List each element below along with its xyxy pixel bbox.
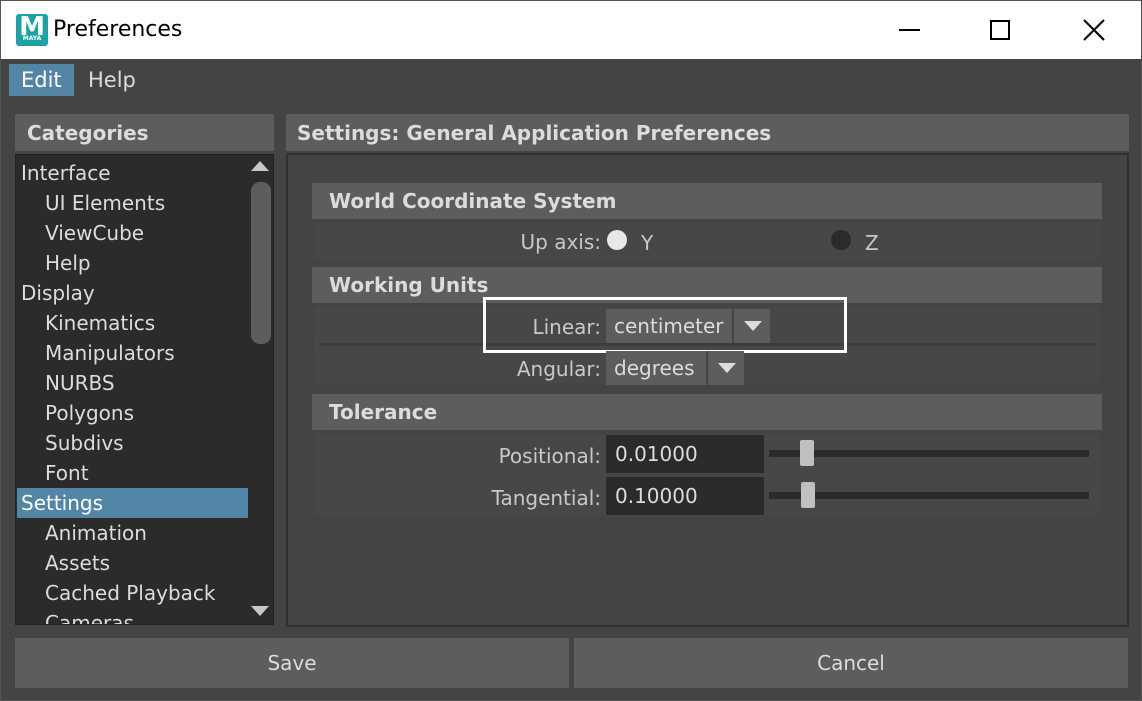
- tangential-slider[interactable]: [769, 492, 1089, 499]
- settings-header: Settings: General Application Preference…: [286, 114, 1129, 151]
- category-animation[interactable]: Animation: [17, 518, 248, 548]
- categories-scrollbar[interactable]: [248, 155, 273, 624]
- radio-y-label: Y: [641, 231, 654, 255]
- category-polygons[interactable]: Polygons: [17, 398, 248, 428]
- categories-list: Interface UI Elements ViewCube Help Disp…: [15, 154, 274, 625]
- category-cameras[interactable]: Cameras: [17, 608, 248, 624]
- tolerance-header[interactable]: Tolerance: [312, 394, 1102, 430]
- preferences-window: M MAYA Preferences Edit Help Categories …: [0, 0, 1142, 701]
- positional-slider-handle[interactable]: [800, 440, 814, 466]
- radio-z-label: Z: [865, 231, 879, 255]
- logo-sub: MAYA: [22, 35, 42, 42]
- positional-slider[interactable]: [769, 450, 1089, 457]
- menu-edit[interactable]: Edit: [9, 64, 74, 96]
- category-cached-playback[interactable]: Cached Playback: [17, 578, 248, 608]
- category-help[interactable]: Help: [17, 248, 248, 278]
- scroll-down-arrow-icon[interactable]: [251, 606, 269, 616]
- cancel-button[interactable]: Cancel: [574, 638, 1128, 688]
- category-subdivs[interactable]: Subdivs: [17, 428, 248, 458]
- maximize-icon: [990, 20, 1010, 40]
- positional-label: Positional:: [498, 444, 601, 468]
- angular-dropdown[interactable]: degrees: [606, 351, 706, 385]
- highlight-box: [483, 297, 847, 353]
- menu-bar: Edit Help: [1, 59, 1141, 101]
- tangential-field[interactable]: 0.10000: [606, 477, 764, 515]
- category-display[interactable]: Display: [17, 278, 248, 308]
- category-nurbs[interactable]: NURBS: [17, 368, 248, 398]
- close-button[interactable]: [1074, 11, 1114, 49]
- scroll-up-arrow-icon[interactable]: [251, 161, 269, 171]
- close-icon: [1083, 19, 1105, 41]
- category-kinematics[interactable]: Kinematics: [17, 308, 248, 338]
- angular-dropdown-arrow[interactable]: [706, 351, 744, 385]
- menu-help[interactable]: Help: [76, 64, 148, 96]
- categories-header: Categories: [15, 114, 274, 151]
- category-manipulators[interactable]: Manipulators: [17, 338, 248, 368]
- save-button[interactable]: Save: [15, 638, 569, 688]
- title-bar: M MAYA Preferences: [1, 1, 1141, 59]
- tangential-slider-handle[interactable]: [801, 482, 815, 508]
- category-interface[interactable]: Interface: [17, 158, 248, 188]
- category-font[interactable]: Font: [17, 458, 248, 488]
- angular-label: Angular:: [516, 357, 601, 381]
- up-axis-label: Up axis:: [520, 230, 602, 254]
- radio-z[interactable]: [831, 230, 851, 250]
- category-viewcube[interactable]: ViewCube: [17, 218, 248, 248]
- chevron-down-icon: [718, 363, 736, 373]
- category-assets[interactable]: Assets: [17, 548, 248, 578]
- category-ui-elements[interactable]: UI Elements: [17, 188, 248, 218]
- world-coordinate-body: [315, 223, 1099, 259]
- maximize-button[interactable]: [980, 11, 1020, 49]
- category-settings[interactable]: Settings: [17, 488, 248, 518]
- positional-field[interactable]: 0.01000: [606, 435, 764, 473]
- maya-logo-icon: M MAYA: [16, 12, 48, 46]
- radio-y[interactable]: [607, 230, 627, 250]
- minimize-icon: [899, 29, 920, 31]
- minimize-button[interactable]: [889, 11, 929, 49]
- window-title: Preferences: [53, 17, 183, 42]
- world-coordinate-header[interactable]: World Coordinate System: [312, 183, 1102, 219]
- scroll-thumb[interactable]: [251, 182, 271, 344]
- tangential-label: Tangential:: [491, 486, 601, 510]
